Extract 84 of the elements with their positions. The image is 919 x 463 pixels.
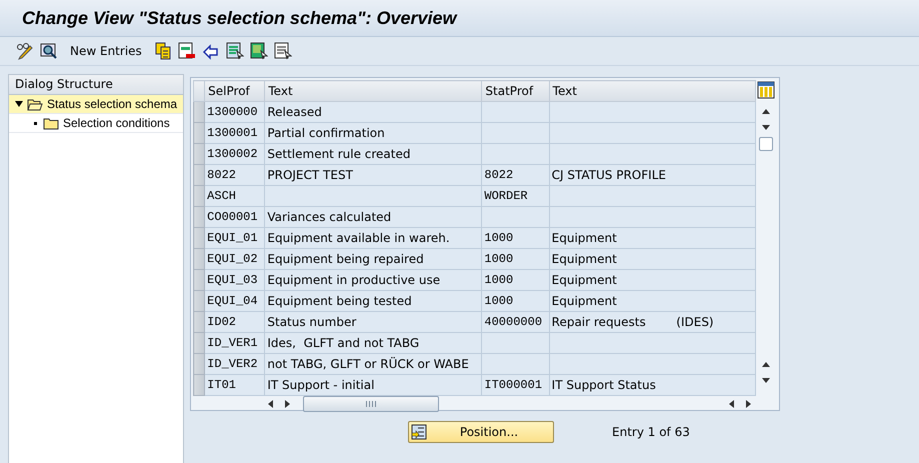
position-icon [411,424,427,440]
table-cell: Repair requests (IDES) [549,312,756,332]
tree-item[interactable]: Status selection schema [9,95,183,114]
new-entries-button[interactable]: New Entries [66,44,146,58]
table-cell: IT Support Status [549,374,756,396]
table-cell: 8022 [482,164,550,186]
row-selector[interactable] [194,270,205,290]
table-cell: EQUI_03 [204,270,265,290]
table-cell: 1300000 [204,102,265,122]
table-cell: not TABG, GLFT or RÜCK or WABE [264,354,482,374]
table-cell: CO00001 [204,206,265,228]
table-cell: 1300002 [204,144,265,164]
table-cell: 40000000 [482,312,550,332]
table-cell: Equipment being repaired [264,248,482,270]
table-cell: WORDER [482,186,550,206]
row-selector[interactable] [194,164,205,186]
table-cell: Equipment [549,290,756,312]
table-cell: Released [264,102,482,122]
scrollbar-thumb[interactable] [303,396,439,412]
tree-item[interactable]: Selection conditions [9,114,183,133]
row-selector[interactable] [194,102,205,122]
row-selector[interactable] [194,228,205,248]
column-settings-icon[interactable] [757,81,776,99]
table-cell: Equipment available in wareh. [264,228,482,248]
table-cell: IT Support - initial [264,374,482,396]
row-selector[interactable] [194,186,205,206]
table-cell: IT01 [204,374,265,396]
panel-header: Dialog Structure [9,75,183,95]
select-all-cell[interactable] [194,80,205,102]
row-selector[interactable] [194,122,205,144]
bullet-icon [31,122,39,124]
table-cell: 1300001 [204,122,265,144]
copy-icon[interactable] [154,42,172,60]
table-cell: IT000001 [482,374,550,396]
row-selector[interactable] [194,374,205,396]
entry-count: Entry 1 of 63 [612,425,690,439]
table-cell: Partial confirmation [264,122,482,144]
table-cell: EQUI_01 [204,228,265,248]
table-cell: Equipment [549,228,756,248]
table-cell: Status number [264,312,482,332]
table-cell: Variances calculated [264,206,482,228]
open-folder-icon [27,98,43,110]
table-cell: PROJECT TEST [264,164,482,186]
deselect-all-icon[interactable] [274,42,292,60]
row-selector[interactable] [194,332,205,354]
table-cell: Equipment [549,270,756,290]
table-cell: EQUI_02 [204,248,265,270]
column-header[interactable]: Text [264,80,482,102]
magnifier-icon[interactable] [40,42,58,60]
table-cell: 1000 [482,270,550,290]
column-header[interactable]: StatProf [482,80,550,102]
column-header[interactable]: Text [549,80,756,102]
table-cell: ID_VER2 [204,354,265,374]
row-selector[interactable] [194,354,205,374]
table-cell: ID_VER1 [204,332,265,354]
table-cell: 1000 [482,290,550,312]
row-selector[interactable] [194,248,205,270]
undo-icon[interactable] [202,42,220,60]
position-button[interactable]: Position... [408,421,554,443]
table-cell: 1000 [482,228,550,248]
table-cell: Equipment in productive use [264,270,482,290]
row-selector[interactable] [194,312,205,332]
pencil-glasses-icon[interactable] [16,42,34,60]
table-cell: Ides, GLFT and not TABG [264,332,482,354]
table-cell: ASCH [204,186,265,206]
column-header[interactable]: SelProf [204,80,265,102]
row-selector[interactable] [194,206,205,228]
delete-row-icon[interactable] [178,42,196,60]
table-cell: Settlement rule created [264,144,482,164]
table-cell: Equipment being tested [264,290,482,312]
table-cell: CJ STATUS PROFILE [549,164,756,186]
table-cell: 8022 [204,164,265,186]
window-title: Change View "Status selection schema": Overview [22,8,457,28]
table-cell: EQUI_04 [204,290,265,312]
select-block-icon[interactable] [250,42,268,60]
scrollbar-thumb[interactable] [759,137,774,151]
row-selector[interactable] [194,144,205,164]
select-all-icon[interactable] [226,42,244,60]
folder-icon [43,116,59,130]
table-cell: Equipment [549,248,756,270]
table-cell: ID02 [204,312,265,332]
expand-triangle-icon[interactable] [15,101,23,107]
table-cell: 1000 [482,248,550,270]
row-selector[interactable] [194,290,205,312]
